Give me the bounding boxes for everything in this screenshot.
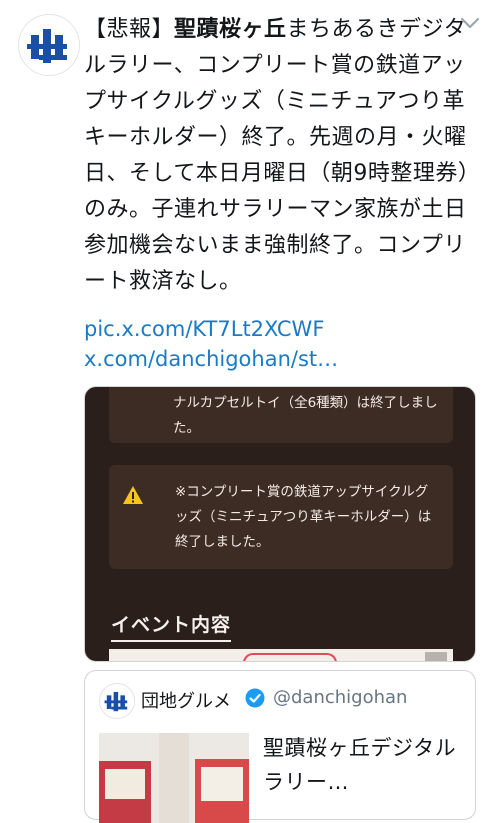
quoted-thumbnail: [99, 733, 249, 823]
section-title: イベント内容: [111, 610, 232, 642]
quoted-tweet-card[interactable]: 団地グルメ @danchigohan 聖蹟桜ヶ丘デジタルラリー…: [84, 670, 476, 823]
notice-card-2: ※コンプリート賞の鉄道アップサイクルグッズ（ミニチュアつり革キーホルダー）は終了…: [109, 465, 453, 569]
tweet-text: 【悲報】聖蹟桜ヶ丘まちあるきデジタルラリー、コンプリート賞の鉄道アップサイクルグ…: [84, 12, 476, 300]
pic-link[interactable]: pic.x.com/KT7Lt2XCWF: [84, 314, 476, 344]
tweet-text-prefix: 【悲報】: [84, 17, 175, 42]
quoted-author-name: 団地グルメ: [141, 691, 231, 712]
media-bottom-strip: [109, 649, 453, 661]
notice-card-1: ナルカプセルトイ（全6種類）は終了しました。: [109, 387, 453, 443]
quoted-status-link[interactable]: x.com/danchigohan/st…: [84, 344, 476, 374]
quoted-author-avatar: [99, 683, 135, 719]
media-image[interactable]: ナルカプセルトイ（全6種類）は終了しました。 ※コンプリート賞の鉄道アップサイク…: [84, 386, 476, 662]
verified-badge-icon: [245, 688, 265, 708]
tweet-text-body: まちあるきデジタルラリー、コンプリート賞の鉄道アップサイクルグッズ（ミニチュアつ…: [84, 17, 470, 294]
warning-icon: [123, 486, 143, 504]
notice-card-1-text: ナルカプセルトイ（全6種類）は終了しました。: [173, 395, 438, 436]
notice-card-2-text: ※コンプリート賞の鉄道アップサイクルグッズ（ミニチュアつり革キーホルダー）は終了…: [175, 484, 432, 550]
tweet-text-bold: 聖蹟桜ヶ丘: [174, 17, 287, 42]
quoted-text: 聖蹟桜ヶ丘デジタルラリー…: [263, 736, 457, 794]
strip-decoration: [243, 653, 337, 661]
quoted-author-handle: @danchigohan: [273, 687, 408, 708]
strip-box: [425, 652, 447, 661]
author-avatar[interactable]: [18, 14, 80, 76]
